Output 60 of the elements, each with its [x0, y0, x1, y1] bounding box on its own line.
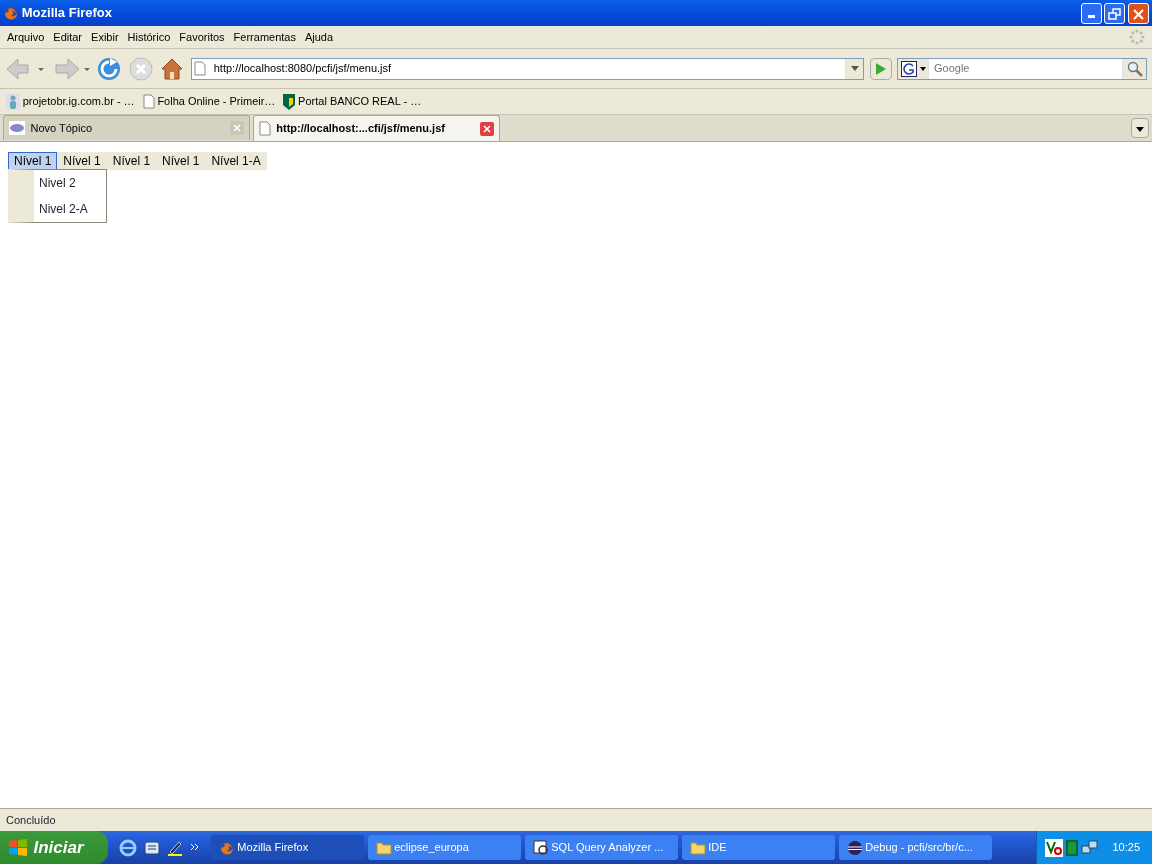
- folder-icon: [689, 840, 706, 855]
- page-icon: [258, 121, 271, 136]
- menu-item[interactable]: Nível 1: [106, 152, 157, 170]
- status-text: Concluído: [6, 812, 56, 828]
- close-tab-icon[interactable]: [479, 121, 494, 136]
- search-engine-icon[interactable]: [898, 58, 930, 79]
- firefox-icon: [3, 5, 19, 21]
- menu-item[interactable]: Favoritos: [179, 28, 231, 46]
- minimize-button[interactable]: [1080, 2, 1102, 24]
- magnifier-icon: [532, 839, 549, 856]
- bookmark-link[interactable]: Folha Online - Primeir…: [142, 93, 276, 110]
- search-bar[interactable]: Google: [897, 57, 1147, 80]
- menu-item[interactable]: Nível 1: [57, 152, 107, 170]
- taskbar-button[interactable]: eclipse_europa: [367, 835, 521, 860]
- network-icon: [1080, 838, 1099, 857]
- address-bar[interactable]: http://localhost:8080/pcfi/jsf/menu.jsf: [190, 57, 864, 80]
- vnc-icon: [1045, 838, 1064, 857]
- menu-item[interactable]: Nível 1: [8, 152, 58, 170]
- menu-item[interactable]: Exibir: [91, 28, 125, 46]
- clock: 10:25: [1112, 840, 1140, 856]
- browser-tab[interactable]: http://localhost:...cfi/jsf/menu.jsf: [252, 115, 500, 141]
- bookmark-link[interactable]: projetobr.ig.com.br - …: [6, 93, 135, 110]
- taskbar-button[interactable]: SQL Query Analyzer ...: [524, 835, 678, 860]
- firefox-icon: [218, 839, 235, 856]
- dropdown-caret-icon[interactable]: [845, 58, 863, 79]
- menu-item[interactable]: Nível 1-A: [205, 152, 267, 170]
- tab-list-button[interactable]: [1131, 118, 1149, 139]
- tray-app-icon: [1065, 839, 1078, 856]
- reload-button[interactable]: [96, 55, 122, 82]
- play-icon: [874, 62, 887, 77]
- menu-item[interactable]: Nível 1: [156, 152, 206, 170]
- page-icon: [142, 94, 155, 109]
- minimize-icon: [1087, 15, 1095, 19]
- submenu-item[interactable]: Nivel 2-A: [34, 196, 106, 222]
- start-button[interactable]: Iniciar: [0, 831, 108, 864]
- folder-icon: [375, 840, 392, 855]
- eclipse-icon: [846, 839, 863, 856]
- close-button[interactable]: [1128, 2, 1149, 24]
- menu-item[interactable]: Ajuda: [304, 28, 340, 46]
- taskbar-button[interactable]: Mozilla Firefox: [210, 835, 364, 860]
- person-icon: [6, 93, 20, 110]
- caret-icon: [1136, 126, 1144, 132]
- submenu-item[interactable]: Nivel 2: [34, 170, 106, 196]
- browser-tab[interactable]: Novo Tópico: [3, 115, 250, 140]
- throbber-icon: [1129, 29, 1145, 45]
- browser-icon[interactable]: [119, 838, 137, 857]
- bookmark-link[interactable]: Portal BANCO REAL - …: [283, 93, 422, 110]
- windows-logo-icon: [8, 838, 28, 857]
- chevron-icon[interactable]: [189, 842, 200, 853]
- taskbar-button[interactable]: IDE: [681, 835, 835, 860]
- menu-item[interactable]: Ferramentas: [233, 28, 302, 46]
- menu-item[interactable]: Arquivo: [7, 28, 51, 46]
- menu-item[interactable]: Histórico: [127, 28, 177, 46]
- shield-icon: [283, 93, 296, 110]
- page-icon: [194, 61, 207, 76]
- menu-item[interactable]: Editar: [53, 28, 89, 46]
- taskbar-button[interactable]: Debug - pcfi/src/br/c...: [838, 835, 992, 860]
- window-title: Mozilla Firefox: [21, 4, 113, 23]
- restore-button[interactable]: [1104, 2, 1126, 24]
- search-icon[interactable]: [1122, 58, 1146, 79]
